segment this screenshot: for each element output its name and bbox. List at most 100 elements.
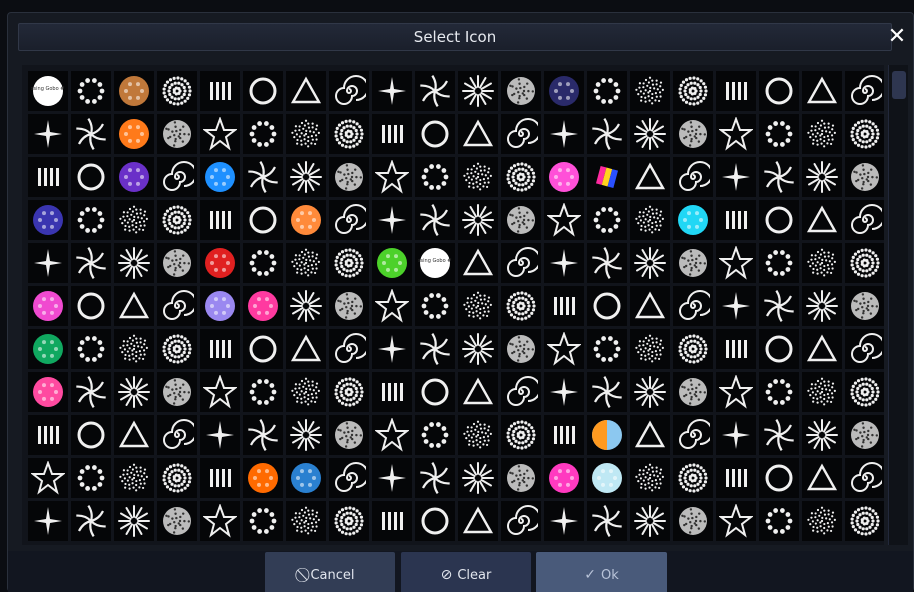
gobo-tile[interactable] xyxy=(372,157,412,197)
gobo-tile[interactable] xyxy=(587,501,627,541)
gobo-tile[interactable] xyxy=(286,157,326,197)
gobo-tile[interactable] xyxy=(157,114,197,154)
gobo-tile[interactable] xyxy=(372,372,412,412)
gobo-tile[interactable] xyxy=(845,243,884,283)
gobo-tile[interactable] xyxy=(71,71,111,111)
gobo-tile[interactable] xyxy=(28,372,68,412)
gobo-tile[interactable] xyxy=(759,458,799,498)
gobo-tile[interactable] xyxy=(630,415,670,455)
ok-button[interactable]: ✓ Ok xyxy=(536,552,667,592)
gobo-tile[interactable] xyxy=(845,415,884,455)
gobo-tile[interactable] xyxy=(372,329,412,369)
gobo-tile[interactable] xyxy=(673,415,713,455)
gobo-tile[interactable] xyxy=(329,372,369,412)
gobo-tile[interactable] xyxy=(329,243,369,283)
gobo-tile[interactable] xyxy=(587,200,627,240)
gobo-tile[interactable] xyxy=(71,329,111,369)
gobo-tile[interactable] xyxy=(501,372,541,412)
gobo-tile[interactable] xyxy=(157,372,197,412)
gobo-tile[interactable] xyxy=(157,243,197,283)
gobo-tile[interactable] xyxy=(458,243,498,283)
gobo-tile[interactable] xyxy=(415,415,455,455)
gobo-tile[interactable] xyxy=(845,114,884,154)
gobo-tile[interactable] xyxy=(458,372,498,412)
gobo-tile[interactable] xyxy=(200,71,240,111)
gobo-tile[interactable] xyxy=(286,200,326,240)
gobo-tile[interactable] xyxy=(243,114,283,154)
gobo-tile[interactable] xyxy=(286,501,326,541)
gobo-tile[interactable] xyxy=(630,157,670,197)
gobo-tile[interactable] xyxy=(716,458,756,498)
gobo-tile[interactable] xyxy=(415,286,455,326)
gobo-tile[interactable] xyxy=(200,200,240,240)
gobo-tile[interactable] xyxy=(716,372,756,412)
gobo-tile[interactable] xyxy=(802,501,842,541)
gobo-tile[interactable] xyxy=(458,200,498,240)
gobo-tile[interactable] xyxy=(673,243,713,283)
gobo-tile[interactable] xyxy=(802,415,842,455)
gobo-tile[interactable] xyxy=(673,329,713,369)
gobo-tile[interactable] xyxy=(501,415,541,455)
gobo-tile[interactable] xyxy=(587,329,627,369)
gobo-tile[interactable] xyxy=(243,71,283,111)
gobo-tile[interactable] xyxy=(802,458,842,498)
gobo-tile[interactable] xyxy=(114,114,154,154)
gobo-tile[interactable] xyxy=(200,329,240,369)
gobo-tile[interactable] xyxy=(716,501,756,541)
gobo-tile[interactable] xyxy=(71,157,111,197)
gobo-tile[interactable] xyxy=(200,458,240,498)
gobo-tile[interactable] xyxy=(759,114,799,154)
gobo-tile[interactable] xyxy=(845,286,884,326)
gobo-tile[interactable] xyxy=(630,200,670,240)
gobo-tile[interactable] xyxy=(759,200,799,240)
gobo-tile[interactable] xyxy=(587,243,627,283)
gobo-tile[interactable] xyxy=(71,243,111,283)
gobo-tile[interactable] xyxy=(372,114,412,154)
gobo-tile[interactable] xyxy=(157,329,197,369)
gobo-tile[interactable] xyxy=(458,415,498,455)
gobo-tile[interactable] xyxy=(200,415,240,455)
gobo-tile[interactable] xyxy=(673,501,713,541)
gobo-tile[interactable] xyxy=(716,114,756,154)
gobo-tile[interactable] xyxy=(630,114,670,154)
gobo-tile[interactable] xyxy=(329,501,369,541)
gobo-tile[interactable] xyxy=(71,286,111,326)
gobo-tile[interactable] xyxy=(415,372,455,412)
gobo-tile[interactable] xyxy=(286,329,326,369)
gobo-tile[interactable] xyxy=(544,157,584,197)
gobo-tile[interactable] xyxy=(329,458,369,498)
gobo-tile[interactable] xyxy=(587,372,627,412)
gobo-tile[interactable] xyxy=(630,286,670,326)
gobo-tile[interactable] xyxy=(114,372,154,412)
gobo-tile[interactable]: Missing Gobo #14 xyxy=(415,243,455,283)
gobo-tile[interactable] xyxy=(329,329,369,369)
scrollbar[interactable] xyxy=(888,65,908,545)
gobo-tile[interactable] xyxy=(673,372,713,412)
gobo-tile[interactable] xyxy=(200,114,240,154)
gobo-tile[interactable] xyxy=(243,501,283,541)
gobo-tile[interactable] xyxy=(501,114,541,154)
gobo-tile[interactable] xyxy=(802,157,842,197)
gobo-tile[interactable] xyxy=(329,415,369,455)
gobo-tile[interactable] xyxy=(587,458,627,498)
gobo-tile[interactable] xyxy=(114,501,154,541)
gobo-tile[interactable] xyxy=(458,71,498,111)
gobo-tile[interactable] xyxy=(544,71,584,111)
gobo-tile[interactable] xyxy=(372,415,412,455)
gobo-tile[interactable] xyxy=(544,372,584,412)
gobo-tile[interactable] xyxy=(200,157,240,197)
gobo-tile[interactable] xyxy=(458,501,498,541)
gobo-tile[interactable] xyxy=(372,458,412,498)
gobo-tile[interactable] xyxy=(286,243,326,283)
gobo-tile[interactable] xyxy=(157,501,197,541)
gobo-tile[interactable] xyxy=(501,243,541,283)
gobo-tile[interactable] xyxy=(157,286,197,326)
gobo-tile[interactable] xyxy=(501,71,541,111)
gobo-tile[interactable] xyxy=(243,329,283,369)
gobo-tile[interactable] xyxy=(716,415,756,455)
gobo-tile[interactable] xyxy=(802,372,842,412)
gobo-tile[interactable] xyxy=(28,329,68,369)
gobo-tile[interactable] xyxy=(114,71,154,111)
gobo-tile[interactable] xyxy=(243,415,283,455)
gobo-tile[interactable] xyxy=(544,114,584,154)
